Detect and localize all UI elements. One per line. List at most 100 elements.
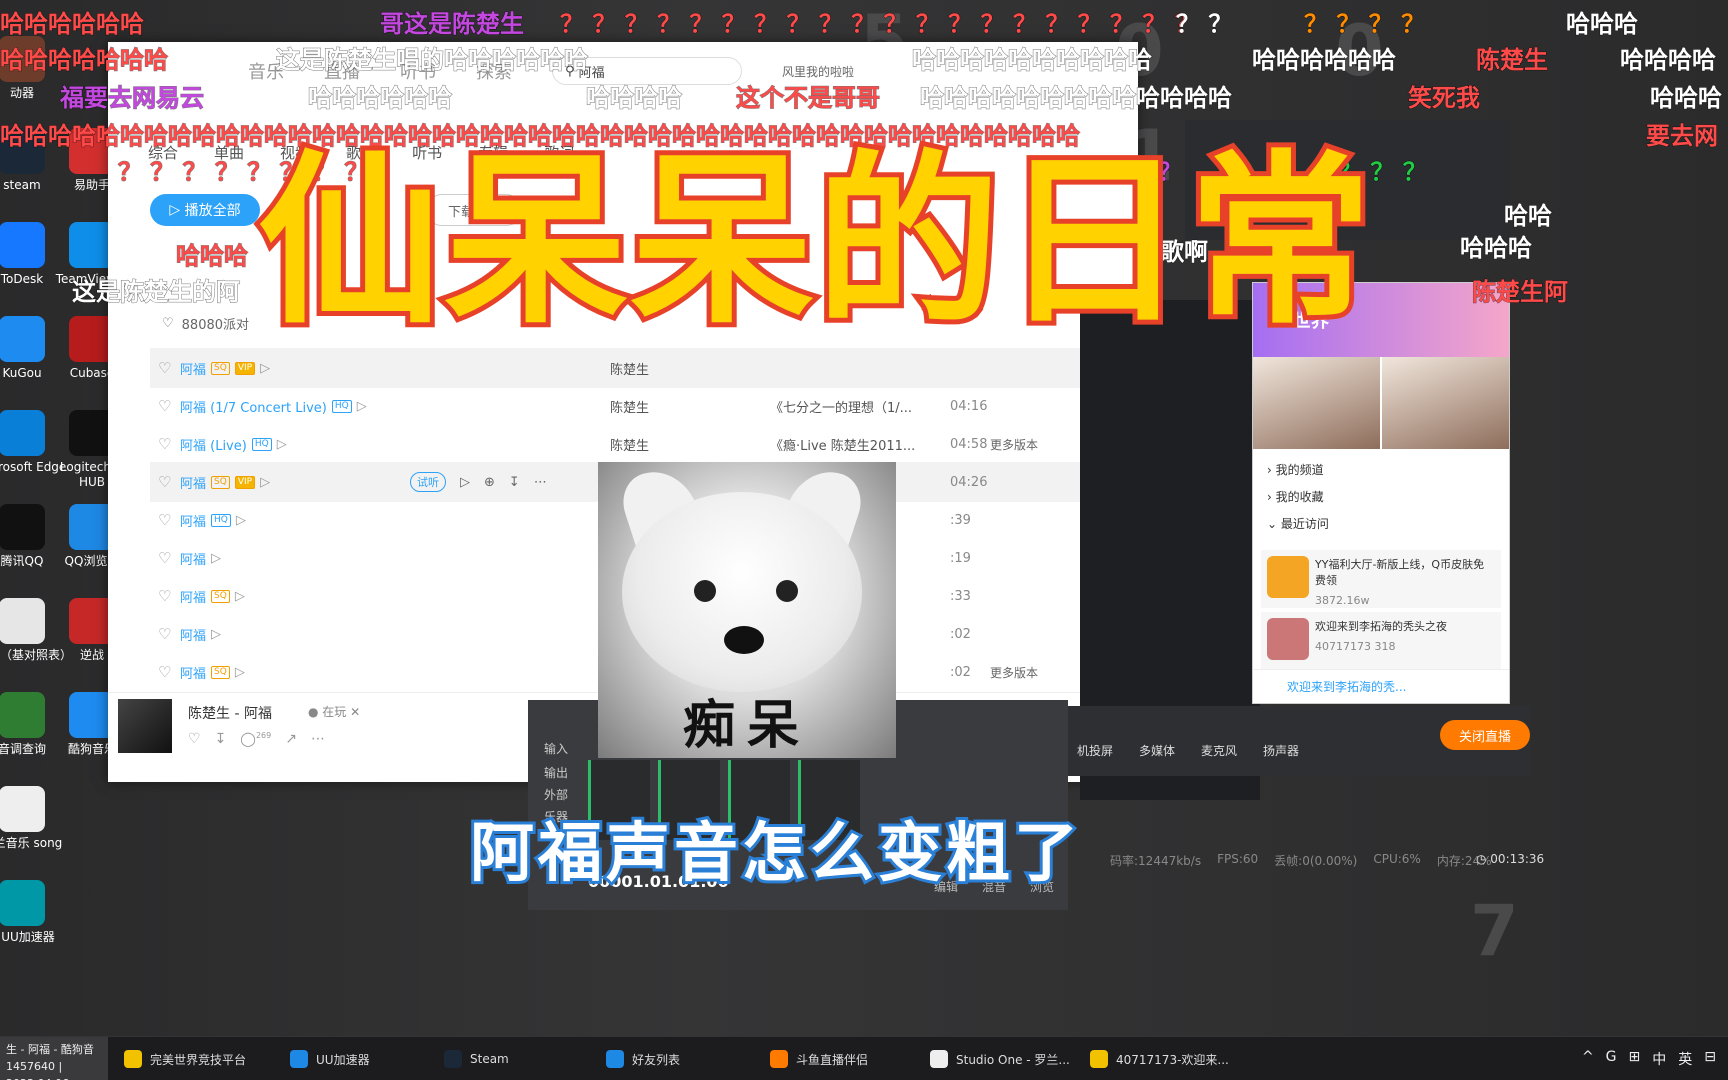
now-playing-title[interactable]: 陈楚生 - 阿福	[188, 703, 272, 723]
meme-caption: 痴呆	[682, 695, 811, 756]
menu-my-favorites[interactable]: › 我的收藏	[1267, 484, 1495, 511]
menu-label: 我的频道	[1275, 463, 1324, 477]
more-icon[interactable]: ⋯	[311, 731, 325, 748]
playing-tag: ● 在玩 ✕	[308, 705, 361, 719]
danmaku-comment: ？ ？	[1175, 10, 1233, 39]
heart-icon[interactable]: ♡	[150, 473, 180, 491]
desktop-icon[interactable]: 易UU加速器	[0, 880, 68, 945]
quality-badge: VIP	[234, 475, 256, 489]
song-row[interactable]: ♡ 阿福 SQ VIP ▷ 陈楚生	[150, 348, 1096, 388]
app-icon	[0, 786, 45, 832]
heart-icon[interactable]: ♡	[150, 397, 180, 415]
tray-lang-icon[interactable]: 英	[1678, 1049, 1692, 1069]
douyu-footer[interactable]: 欢迎来到李拓海的秃...	[1253, 669, 1509, 703]
album-cover[interactable]	[118, 699, 172, 753]
tray-app-icon[interactable]: G	[1606, 1049, 1617, 1069]
mv-icon[interactable]: ▷	[235, 665, 245, 680]
recent-card[interactable]: YY福利大厅-新版上线，Q币皮肤免费领 3872.16w	[1261, 550, 1501, 608]
tray-ime-icon[interactable]: 中	[1652, 1049, 1666, 1069]
taskbar-item[interactable]: 完美世界竞技平台	[124, 1037, 246, 1080]
user-name[interactable]: 风里我的啦啦	[782, 63, 854, 80]
menu-label: 最近访问	[1280, 517, 1329, 531]
quality-badge: HQ	[331, 399, 352, 413]
song-title[interactable]: 阿福 SQ ▷	[180, 663, 410, 682]
taskbar-item[interactable]: 好友列表	[606, 1037, 680, 1080]
try-listen-button[interactable]: 试听	[410, 472, 446, 492]
taskbar-app-icon	[124, 1050, 142, 1068]
download-icon[interactable]: ↧	[215, 731, 227, 748]
list-header-text: 88080派对	[181, 318, 250, 333]
menu-recent[interactable]: ⌄ 最近访问	[1267, 511, 1495, 538]
mv-icon[interactable]: ▷	[260, 475, 270, 490]
heart-icon[interactable]: ♡	[150, 663, 180, 681]
tray-network-icon[interactable]: ⊞	[1629, 1049, 1641, 1069]
danmaku-comment: 哈哈哈哈哈哈	[308, 84, 453, 113]
screen-cast-button[interactable]: 机投屏	[1060, 742, 1130, 759]
download-icon[interactable]: ↧	[509, 475, 520, 490]
taskbar: 生 - 阿福 - 酷狗音 1457640 | 2023.04.06 完美世界竞技…	[0, 1036, 1728, 1080]
taskbar-item[interactable]: 斗鱼直播伴侣	[770, 1037, 868, 1080]
song-artist[interactable]: 陈楚生	[610, 359, 770, 378]
mv-icon[interactable]: ▷	[260, 361, 270, 376]
taskbar-item[interactable]: Steam	[444, 1037, 509, 1080]
heart-icon[interactable]: ♡	[150, 625, 180, 643]
song-title[interactable]: 阿福 ▷	[180, 549, 410, 568]
recent-card[interactable]: 欢迎来到李拓海的秃头之夜 40717173 318	[1261, 612, 1501, 670]
taskbar-active-window[interactable]: 生 - 阿福 - 酷狗音 1457640 | 2023.04.06	[0, 1037, 108, 1080]
end-live-button[interactable]: 关闭直播	[1440, 720, 1530, 750]
song-artist[interactable]: 陈楚生	[610, 397, 770, 416]
share-icon[interactable]: ↗	[285, 731, 297, 748]
song-row[interactable]: ♡ 阿福 (1/7 Concert Live) HQ ▷ 陈楚生 《七分之一的理想（1/.…	[150, 386, 1096, 426]
tray-expand-icon[interactable]: ^	[1582, 1049, 1594, 1069]
mv-icon[interactable]: ▷	[211, 627, 221, 642]
song-title[interactable]: 阿福 SQ VIP ▷	[180, 359, 410, 378]
more-versions[interactable]: 更多版本	[990, 664, 1038, 681]
song-title[interactable]: 阿福 SQ VIP ▷	[180, 473, 410, 492]
mic-button[interactable]: 麦克风	[1184, 742, 1254, 759]
menu-label: 我的收藏	[1275, 490, 1324, 504]
song-title-text: 阿福	[180, 514, 207, 530]
heart-icon[interactable]: ♡	[150, 511, 180, 529]
song-duration: :02	[950, 664, 971, 680]
danmaku-comment: 笑死我	[1408, 84, 1481, 113]
heart-icon[interactable]: ♡	[150, 435, 180, 453]
more-icon[interactable]: ⋯	[534, 475, 547, 490]
comment-icon[interactable]: ◯269	[240, 731, 271, 748]
heart-icon[interactable]: ♡	[150, 587, 180, 605]
live-toolbar: 机投屏 多媒体 麦克风 扬声器 关闭直播	[1060, 706, 1530, 776]
song-title[interactable]: 阿福 ▷	[180, 625, 410, 644]
song-album[interactable]: 《瘾·Live 陈楚生2011...	[770, 435, 950, 454]
song-title[interactable]: 阿福 SQ ▷	[180, 587, 410, 606]
heart-icon[interactable]: ♡	[150, 549, 180, 567]
song-title[interactable]: 阿福 (1/7 Concert Live) HQ ▷	[180, 397, 410, 416]
heart-icon[interactable]: ♡	[150, 359, 180, 377]
taskbar-item[interactable]: Studio One - 罗兰...	[930, 1037, 1070, 1080]
like-icon[interactable]: ♡	[188, 731, 201, 748]
mv-icon[interactable]: ▷	[357, 399, 367, 414]
speaker-button[interactable]: 扬声器	[1246, 742, 1316, 759]
song-row[interactable]: ♡ 阿福 (Live) HQ ▷ 陈楚生 《瘾·Live 陈楚生2011... 04:58 更…	[150, 424, 1096, 464]
mv-icon[interactable]: ▷	[235, 589, 245, 604]
heart-icon[interactable]: ♡	[162, 316, 174, 331]
tray-layout-icon[interactable]: ⊟	[1704, 1049, 1716, 1069]
desktop-icon[interactable]: 罗兰音乐 song	[0, 786, 68, 851]
play-icon[interactable]: ▷	[460, 475, 470, 490]
mv-icon[interactable]: ▷	[236, 513, 246, 528]
mv-icon[interactable]: ▷	[277, 437, 287, 452]
play-all-button[interactable]: ▷ 播放全部	[150, 194, 260, 226]
taskbar-item[interactable]: UU加速器	[290, 1037, 370, 1080]
song-title[interactable]: 阿福 HQ ▷	[180, 511, 410, 530]
song-artist[interactable]: 陈楚生	[610, 435, 770, 454]
streamer-image[interactable]	[1382, 357, 1509, 449]
dog-eye	[694, 580, 716, 602]
menu-my-channels[interactable]: › 我的频道	[1267, 457, 1495, 484]
add-icon[interactable]: ⊕	[484, 475, 495, 490]
song-album[interactable]: 《七分之一的理想（1/...	[770, 397, 950, 416]
taskbar-item[interactable]: 40717173-欢迎来...	[1090, 1037, 1229, 1080]
more-versions[interactable]: 更多版本	[990, 436, 1038, 453]
song-title[interactable]: 阿福 (Live) HQ ▷	[180, 435, 410, 454]
streamer-image[interactable]	[1253, 357, 1380, 449]
mv-icon[interactable]: ▷	[211, 551, 221, 566]
media-button[interactable]: 多媒体	[1122, 742, 1192, 759]
danmaku-comment: 这是陈楚生唱的哈哈哈哈哈哈	[276, 46, 589, 75]
